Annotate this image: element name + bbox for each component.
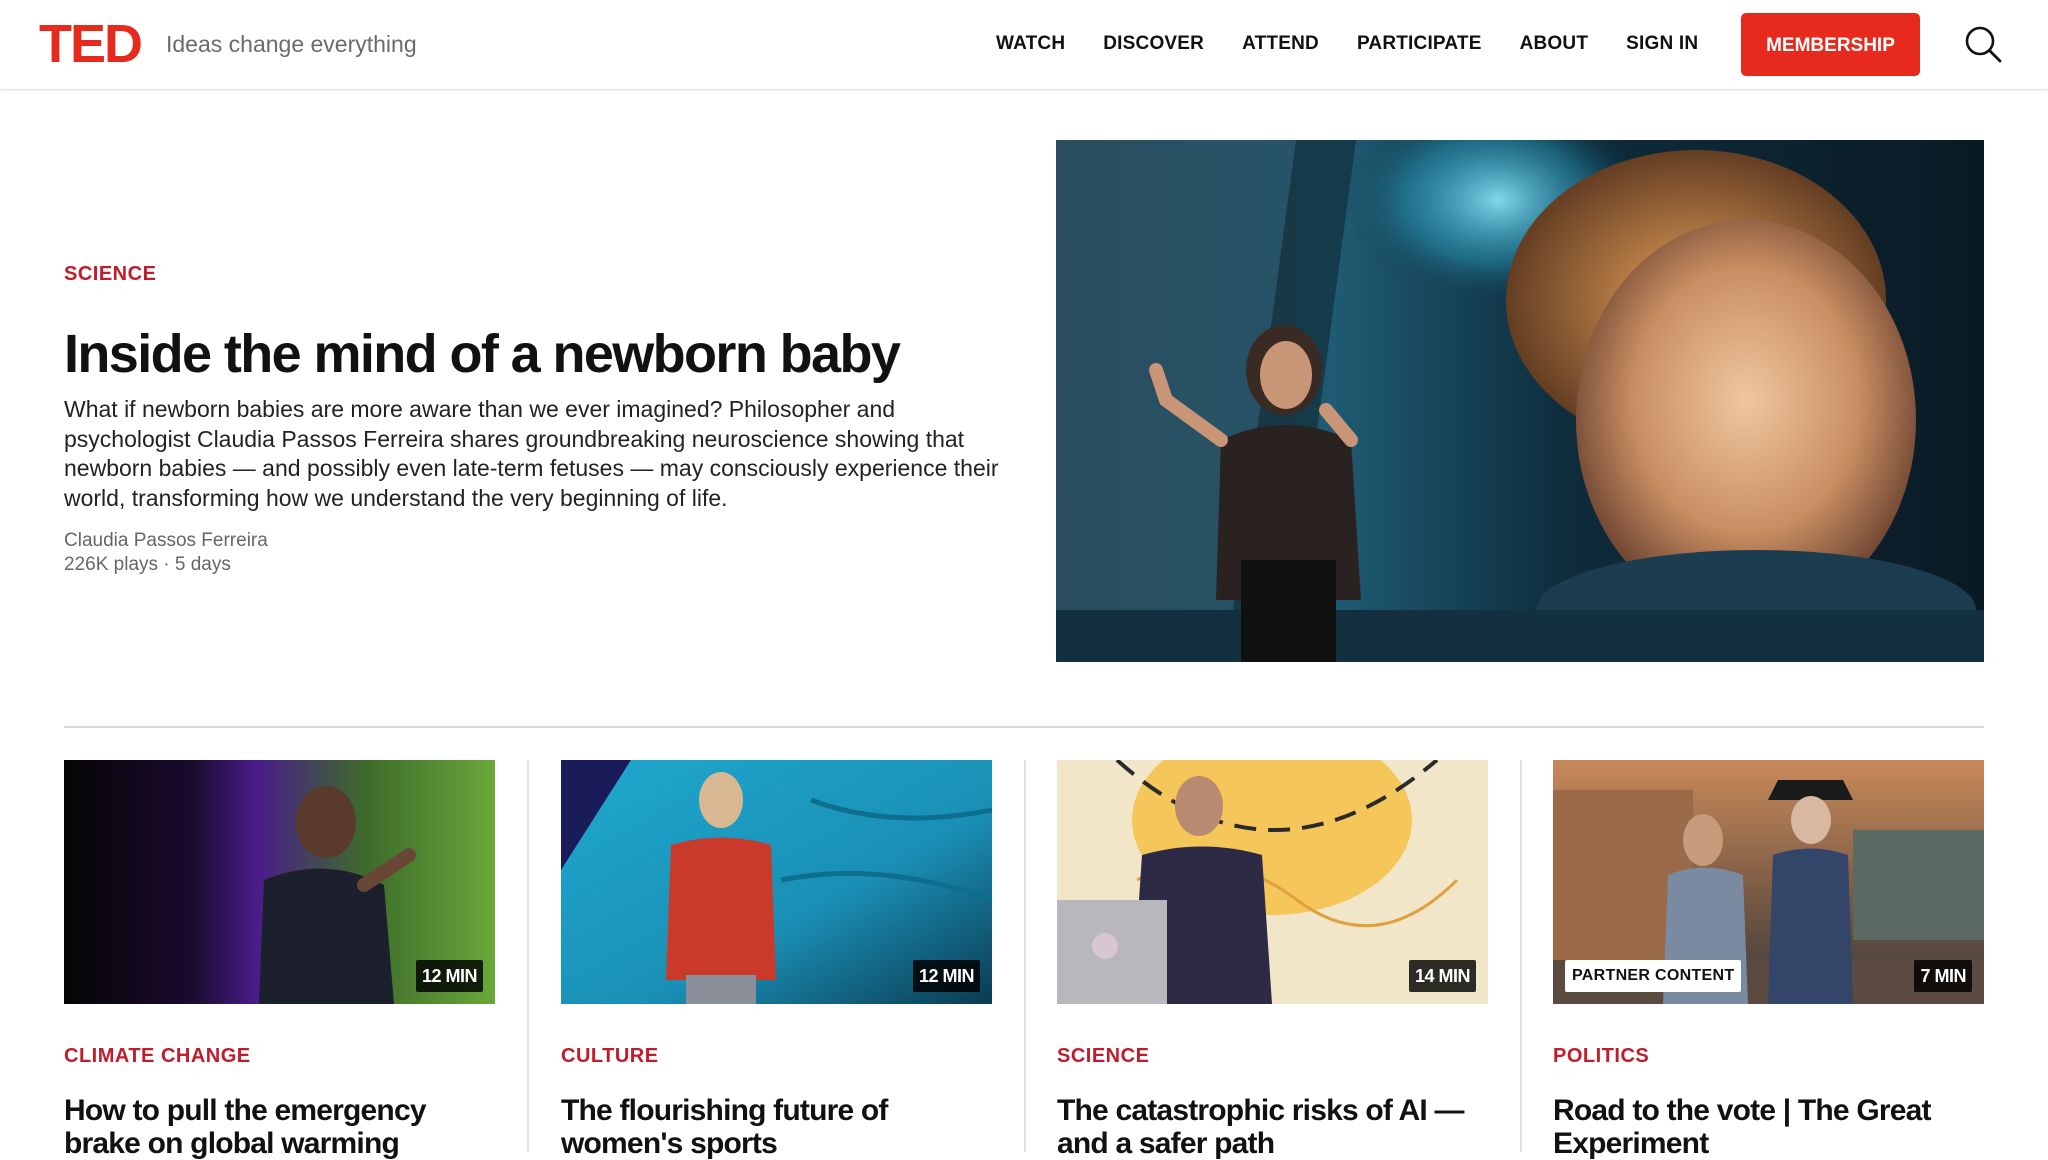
card-title[interactable]: The catastrophic risks of AI — and a saf…: [1057, 1094, 1488, 1160]
main-nav: WATCH DISCOVER ATTEND PARTICIPATE ABOUT …: [996, 28, 1736, 60]
duration-badge: 12 MIN: [912, 960, 980, 992]
partner-content-badge: PARTNER CONTENT: [1565, 960, 1742, 992]
featured-talk-info: SCIENCE Inside the mind of a newborn bab…: [64, 262, 1004, 577]
talk-card[interactable]: PARTNER CONTENT 7 MIN POLITICS Road to t…: [1553, 760, 1984, 1160]
talk-thumbnail[interactable]: PARTNER CONTENT 7 MIN: [1553, 760, 1984, 1004]
top-navigation-bar: TED Ideas change everything WATCH DISCOV…: [0, 0, 2048, 90]
nav-participate[interactable]: PARTICIPATE: [1357, 28, 1482, 60]
nav-attend[interactable]: ATTEND: [1242, 28, 1319, 60]
hero-description: What if newborn babies are more aware th…: [64, 396, 999, 511]
nav-about[interactable]: ABOUT: [1520, 28, 1589, 60]
hero-category-label[interactable]: SCIENCE: [64, 262, 1004, 286]
card-divider: [1520, 760, 1522, 1152]
talk-card[interactable]: 12 MIN CLIMATE CHANGE How to pull the em…: [64, 760, 495, 1160]
card-category-label[interactable]: CLIMATE CHANGE: [64, 1044, 495, 1068]
card-title[interactable]: The flourishing future of women's sports: [561, 1094, 992, 1160]
nav-watch[interactable]: WATCH: [996, 28, 1065, 60]
nav-sign-in[interactable]: SIGN IN: [1626, 28, 1698, 60]
duration-badge: 7 MIN: [1914, 960, 1972, 992]
talk-card[interactable]: 14 MIN SCIENCE The catastrophic risks of…: [1057, 760, 1488, 1160]
card-divider: [527, 760, 529, 1152]
card-category-label[interactable]: POLITICS: [1553, 1044, 1984, 1068]
card-title[interactable]: Road to the vote | The Great Experiment: [1553, 1094, 1984, 1160]
duration-badge: 14 MIN: [1408, 960, 1476, 992]
card-category-label[interactable]: CULTURE: [561, 1044, 992, 1068]
talk-thumbnail[interactable]: 14 MIN: [1057, 760, 1488, 1004]
talk-thumbnail[interactable]: 12 MIN: [64, 760, 495, 1004]
hero-speaker: Claudia Passos Ferreira: [64, 530, 268, 551]
duration-badge: 12 MIN: [415, 960, 483, 992]
card-category-label[interactable]: SCIENCE: [1057, 1044, 1488, 1068]
ted-logo[interactable]: TED: [39, 16, 143, 72]
talk-thumbnail[interactable]: 12 MIN: [561, 760, 992, 1004]
tagline: Ideas change everything: [166, 31, 417, 57]
nav-discover[interactable]: DISCOVER: [1103, 28, 1204, 60]
section-divider: [64, 726, 1984, 728]
hero-stage-image: [1056, 140, 1984, 662]
hero-meta: 226K plays · 5 days: [64, 554, 231, 575]
card-title[interactable]: How to pull the emergency brake on globa…: [64, 1094, 495, 1160]
membership-button[interactable]: MEMBERSHIP: [1741, 13, 1920, 76]
hero-thumbnail[interactable]: [1056, 140, 1984, 662]
talk-card[interactable]: 12 MIN CULTURE The flourishing future of…: [561, 760, 992, 1160]
card-divider: [1024, 760, 1026, 1152]
search-icon[interactable]: [1963, 24, 2003, 64]
hero-title[interactable]: Inside the mind of a newborn baby: [64, 322, 1004, 386]
